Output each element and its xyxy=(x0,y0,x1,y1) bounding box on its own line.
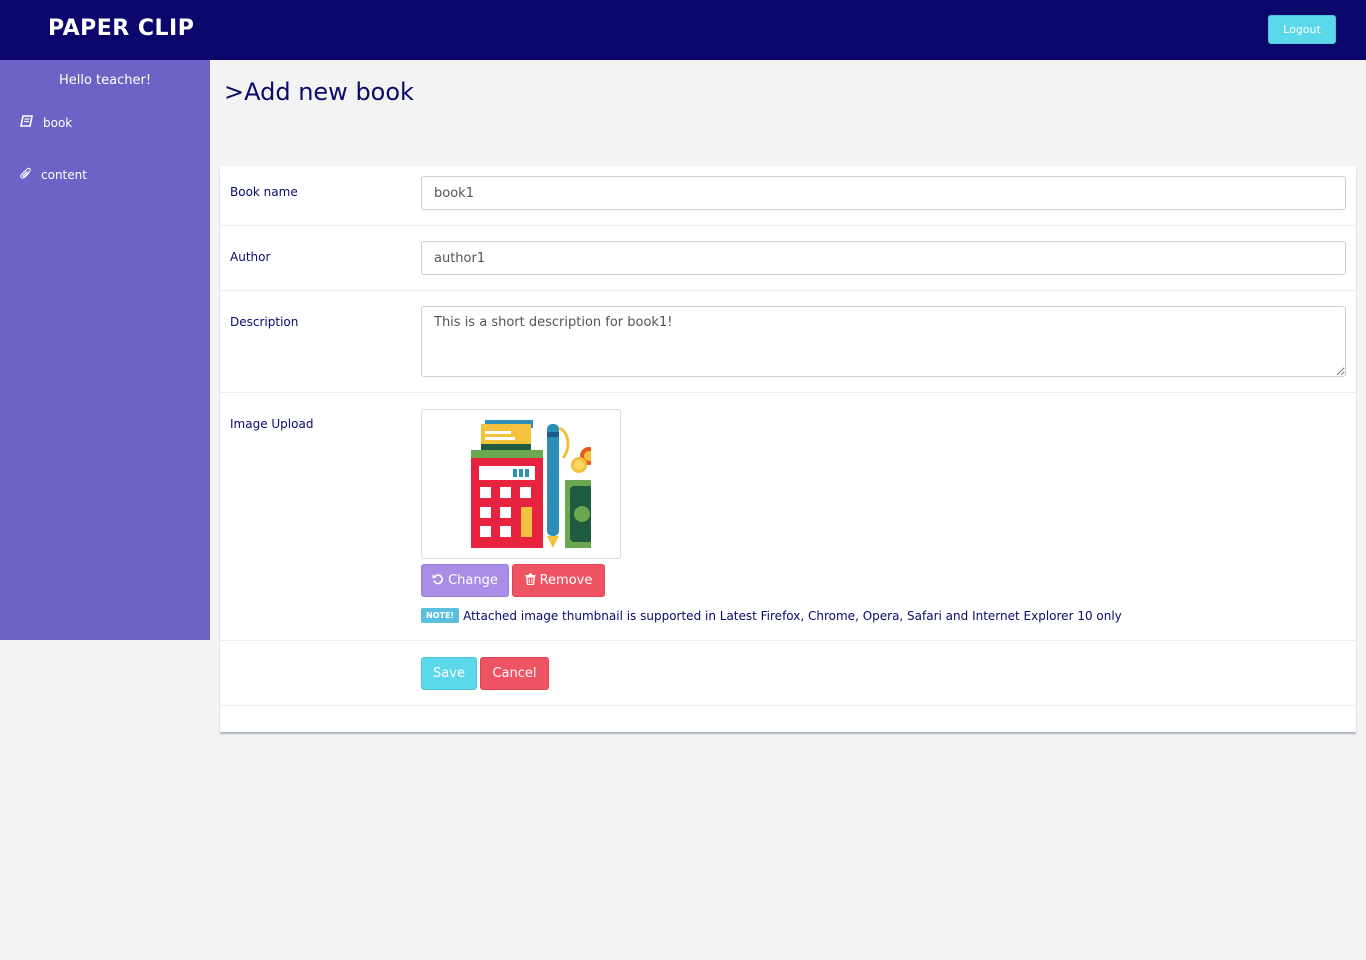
description-textarea[interactable]: This is a short description for book1! xyxy=(421,306,1346,377)
note-badge: NOTE! xyxy=(421,608,460,623)
add-book-form: Book name Author Description This is a s… xyxy=(220,166,1356,732)
save-button[interactable]: Save xyxy=(421,657,477,690)
note-text: Attached image thumbnail is supported in… xyxy=(463,608,1122,623)
remove-image-button[interactable]: Remove xyxy=(512,564,605,597)
form-row-book-name: Book name xyxy=(220,166,1356,226)
trash-icon xyxy=(525,573,540,589)
sidebar-item-content[interactable]: content xyxy=(20,167,87,183)
book-name-label: Book name xyxy=(230,185,298,199)
change-image-button[interactable]: Change xyxy=(421,564,509,597)
form-row-description: Description This is a short description … xyxy=(220,291,1356,393)
form-row-author: Author xyxy=(220,226,1356,291)
image-support-note: NOTE! Attached image thumbnail is suppor… xyxy=(421,608,1122,623)
logout-button[interactable]: Logout xyxy=(1268,15,1336,44)
page-title: >Add new book xyxy=(224,78,414,106)
description-label: Description xyxy=(230,315,299,329)
sidebar-greeting: Hello teacher! xyxy=(58,73,152,88)
undo-icon xyxy=(432,573,448,589)
cancel-button[interactable]: Cancel xyxy=(480,657,549,690)
sidebar-item-book[interactable]: book xyxy=(20,115,72,131)
paperclip-icon xyxy=(20,167,41,183)
book-icon xyxy=(20,115,43,131)
sidebar-item-label: book xyxy=(43,116,73,130)
top-navbar: PAPER CLIP Logout xyxy=(0,0,1366,60)
sidebar: Hello teacher! book content xyxy=(0,60,210,640)
sidebar-item-label: content xyxy=(41,168,87,182)
book-name-input[interactable] xyxy=(421,176,1346,210)
image-thumbnail xyxy=(421,409,621,559)
image-upload-label: Image Upload xyxy=(230,417,314,431)
form-row-image-upload: Image Upload Change Remove NOTE! Attache… xyxy=(220,393,1356,641)
author-input[interactable] xyxy=(421,241,1346,275)
stationery-illustration xyxy=(471,420,591,548)
brand-logo: PAPER CLIP xyxy=(48,16,195,41)
author-label: Author xyxy=(230,250,271,264)
form-actions: Save Cancel xyxy=(220,641,1356,706)
